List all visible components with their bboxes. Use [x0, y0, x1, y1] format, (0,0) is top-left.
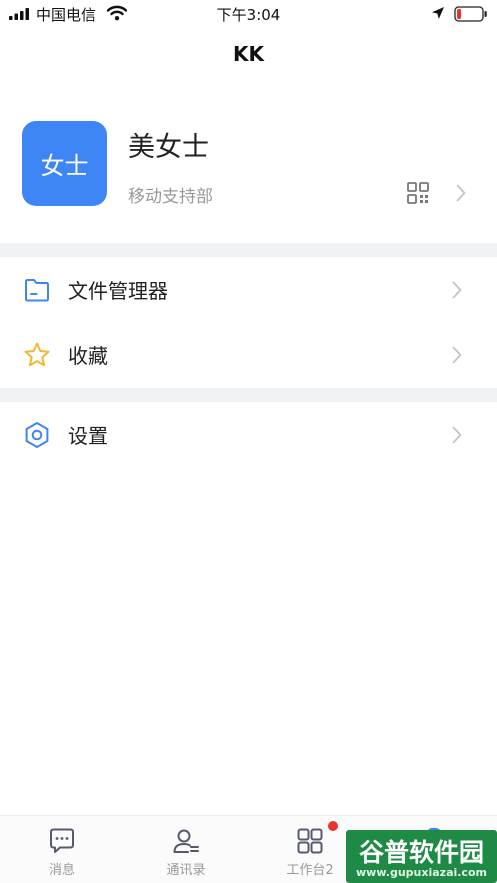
chevron-right-icon	[456, 184, 466, 202]
contacts-icon	[173, 829, 199, 853]
message-icon	[50, 828, 74, 853]
menu-item-settings[interactable]: 设置	[0, 403, 497, 467]
folder-icon	[25, 279, 49, 302]
tab-label: 通讯录	[166, 863, 206, 878]
section-divider	[0, 243, 497, 257]
watermark-url: www.gupuxiazai.com	[356, 866, 487, 879]
page-title: KK	[233, 42, 264, 66]
menu-item-label: 设置	[68, 424, 108, 448]
workbench-icon	[297, 828, 323, 854]
menu-item-file-manager[interactable]: 文件管理器	[0, 258, 497, 322]
watermark-title: 谷普软件园	[358, 838, 484, 867]
chevron-right-icon	[452, 346, 462, 364]
section-divider	[0, 388, 497, 402]
qr-code-icon[interactable]	[407, 182, 429, 204]
menu-item-favorites[interactable]: 收藏	[0, 323, 497, 387]
location-arrow-icon	[432, 7, 444, 19]
menu-item-label: 收藏	[68, 344, 108, 368]
watermark: 谷普软件园 www.gupuxiazai.com	[346, 830, 497, 883]
menu-item-label: 文件管理器	[68, 279, 168, 303]
tab-contacts[interactable]: 通讯录	[124, 816, 248, 883]
profile-card[interactable]: 女士 美女士 移动支持部	[0, 100, 497, 243]
tab-label: 消息	[48, 863, 75, 878]
user-department: 移动支持部	[128, 187, 213, 207]
avatar[interactable]: 女士	[22, 121, 107, 206]
chevron-right-icon	[452, 281, 462, 299]
chevron-right-icon	[452, 426, 462, 444]
battery-icon	[454, 6, 487, 22]
tab-messages[interactable]: 消息	[0, 816, 124, 883]
status-bar: 中国电信 下午3:04	[0, 0, 497, 28]
notification-badge	[328, 821, 338, 831]
status-time: 下午3:04	[216, 6, 281, 24]
user-name: 美女士	[128, 132, 209, 163]
star-icon	[24, 342, 50, 367]
gear-icon	[25, 422, 49, 448]
